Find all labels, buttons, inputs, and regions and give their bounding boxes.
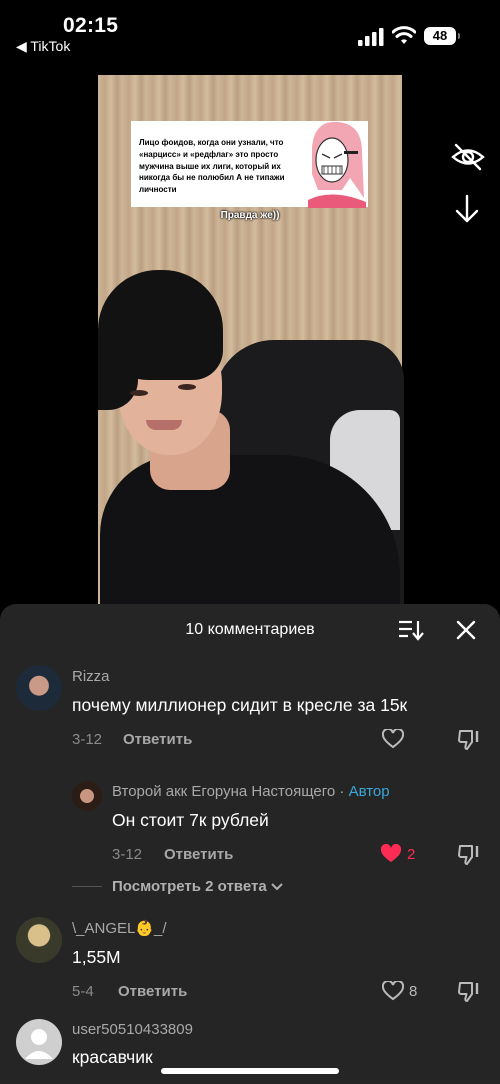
video-caption: Правда же)) [220,210,280,221]
eye-off-icon[interactable] [450,142,486,172]
like-count: 2 [407,846,416,863]
person-hair-side [98,330,138,410]
meme-text: Лицо фоидов, когда они узнали, что «нарц… [139,138,285,195]
view-replies-button[interactable]: Посмотреть 2 ответа [112,878,283,895]
reply-button[interactable]: Ответить [164,846,233,863]
default-avatar-icon [25,1029,53,1059]
dislike-icon[interactable] [457,981,481,1003]
close-icon[interactable] [456,620,476,640]
comment-date: 5-4 [72,983,94,1000]
person-mouth [146,420,182,430]
sort-icon[interactable] [398,619,424,641]
comment-text: почему миллионер сидит в кресле за 15к [72,695,408,715]
heart-icon[interactable] [382,729,404,749]
status-bar: 02:15 ◀ TikTok 48 [0,0,500,60]
reply-text: Он стоит 7к рублей [112,810,269,830]
comment-username[interactable]: user50510433809 [72,1021,193,1038]
heart-icon[interactable] [382,981,404,1001]
separator-dot: · [335,783,349,800]
person-eye-left [130,390,148,396]
chevron-down-icon [271,883,283,891]
reply-username[interactable]: Второй акк Егоруна Настоящего · Автор [112,783,390,800]
person-eye-right [178,384,196,390]
author-badge: Автор [348,783,390,800]
reply-username-text[interactable]: Второй акк Егоруна Настоящего [112,783,335,800]
signal-icon [358,28,384,46]
home-indicator[interactable] [161,1068,339,1074]
heart-filled-icon[interactable] [380,844,402,864]
comment-text: красавчик [72,1047,153,1067]
like-count: 8 [409,983,418,1000]
avatar[interactable] [16,665,62,711]
meme-angry-girl-image [308,121,366,208]
view-replies-divider [72,886,102,887]
comment-username[interactable]: Rizza [72,668,110,685]
view-replies-label[interactable]: Посмотреть 2 ответа [112,878,267,895]
dislike-icon[interactable] [457,844,481,866]
arrow-down-icon[interactable] [454,194,480,224]
wifi-icon [392,26,416,44]
comment-text: 1,55M [72,947,121,967]
comments-count-title: 10 комментариев [185,621,315,638]
comment-date: 3-12 [72,731,103,748]
avatar[interactable] [72,781,102,811]
battery-icon: 48 [424,27,460,45]
reply-button[interactable]: Ответить [118,983,187,1000]
reply-date: 3-12 [112,846,143,863]
status-time: 02:15 [63,14,119,37]
avatar[interactable] [16,917,62,963]
back-to-app-link[interactable]: ◀ TikTok [16,38,70,55]
dislike-icon[interactable] [457,729,481,751]
reply-button[interactable]: Ответить [123,731,192,748]
avatar[interactable] [16,1019,62,1065]
comment-username[interactable]: \_ANGEL👶_/ [72,919,167,937]
